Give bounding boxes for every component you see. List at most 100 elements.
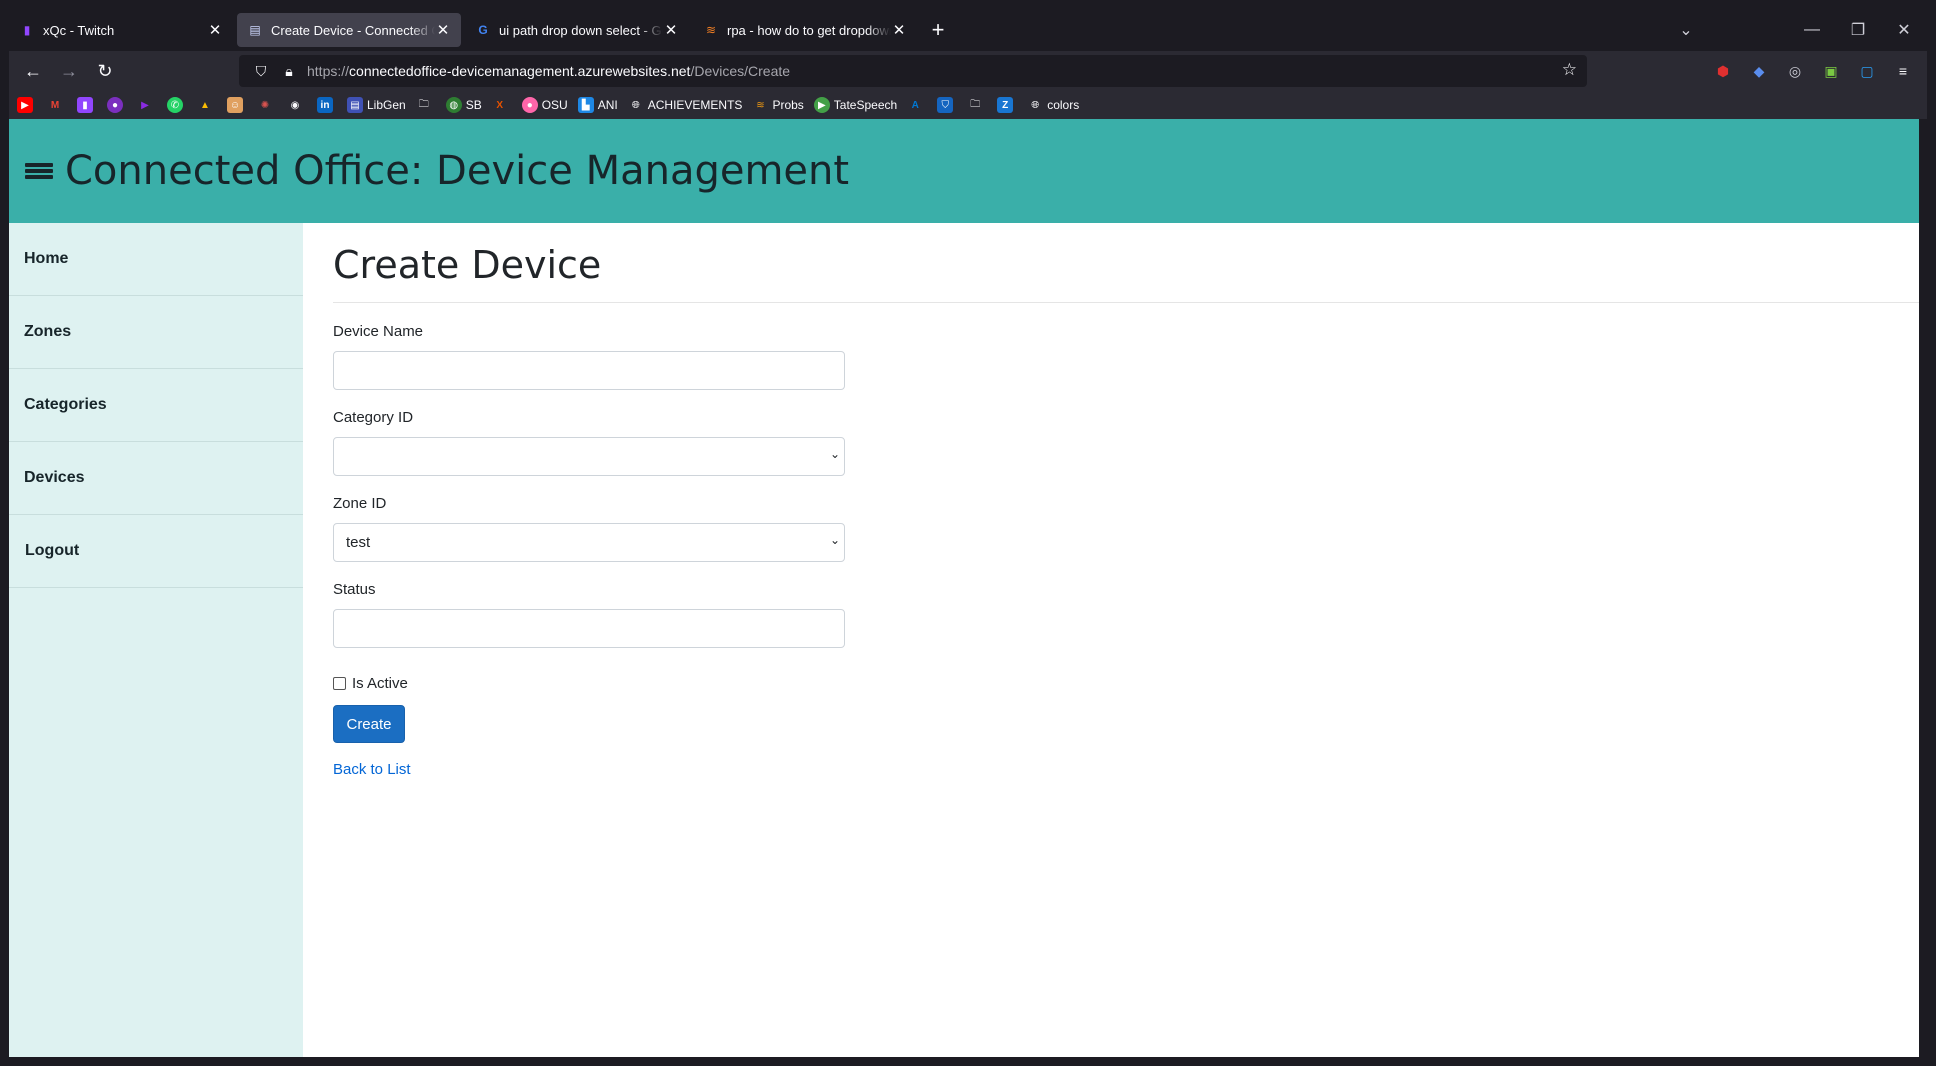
bookmark-sb[interactable]: ◍ SB bbox=[445, 97, 482, 113]
linkedin-icon: in bbox=[317, 97, 333, 113]
x-icon: X bbox=[496, 99, 504, 111]
bookmark-gmail[interactable]: M bbox=[47, 97, 67, 113]
zone-id-select[interactable]: test ⌄ bbox=[333, 523, 845, 562]
bookmark-github[interactable]: ◉ bbox=[287, 97, 307, 113]
url-path: /Devices/Create bbox=[690, 63, 791, 79]
close-icon[interactable]: ✕ bbox=[207, 21, 223, 39]
back-to-list-link[interactable]: Back to List bbox=[333, 761, 411, 778]
bookmark-drive[interactable]: ▲ bbox=[197, 97, 217, 113]
close-icon[interactable]: ✕ bbox=[435, 21, 451, 39]
create-button[interactable]: Create bbox=[333, 705, 405, 743]
bookmark-whatsapp[interactable]: ✆ bbox=[167, 97, 187, 113]
bookmark-z[interactable]: Z bbox=[997, 97, 1017, 113]
minimize-icon[interactable]: — bbox=[1789, 21, 1835, 39]
play-icon: ▶ bbox=[141, 99, 149, 111]
list-all-tabs-icon[interactable]: ⌄ bbox=[1663, 20, 1709, 40]
category-id-label: Category ID bbox=[333, 409, 414, 426]
bookmark-probs[interactable]: ≋ Probs bbox=[752, 97, 804, 113]
tab-title: xQc - Twitch bbox=[43, 22, 115, 38]
bookmark-label: ACHIEVEMENTS bbox=[647, 98, 743, 112]
bookmark-label: OSU bbox=[541, 98, 568, 112]
bookmark-label: colors bbox=[1047, 98, 1080, 112]
play-circle-icon: ▶ bbox=[813, 97, 830, 113]
twitch-icon: ▮ bbox=[23, 23, 31, 37]
bookmark-folder[interactable]: 🗀︎ bbox=[416, 97, 436, 113]
tab-google[interactable]: G ui path drop down select - Google ✕ bbox=[465, 13, 689, 47]
bookmark-star-icon[interactable]: ☆ bbox=[1562, 60, 1577, 80]
tab-title: rpa - how do to get dropdown values bbox=[727, 22, 891, 38]
sidebar-item-categories[interactable]: Categories bbox=[9, 369, 303, 442]
bookmark-play[interactable]: ▶ bbox=[137, 97, 157, 113]
sidebar-item-logout[interactable]: Logout bbox=[9, 515, 303, 588]
bookmark-linkedin[interactable]: in bbox=[317, 97, 337, 113]
close-icon[interactable]: ✕ bbox=[891, 21, 907, 39]
reload-icon[interactable]: ↻ bbox=[87, 55, 123, 87]
tab-stackoverflow[interactable]: ≋ rpa - how do to get dropdown values ✕ bbox=[693, 13, 917, 47]
window-close-icon[interactable]: ✕ bbox=[1881, 20, 1927, 40]
sidebar-item-home[interactable]: Home bbox=[9, 223, 303, 296]
ublock-icon[interactable]: ⬢ bbox=[1705, 63, 1741, 80]
bookmark-osu[interactable]: ● OSU bbox=[521, 97, 568, 113]
bookmark-label: Probs bbox=[772, 98, 804, 112]
status-input[interactable] bbox=[333, 609, 845, 648]
bookmark-libgen[interactable]: ▤ LibGen bbox=[347, 97, 406, 113]
site-header: Connected Office: Device Management bbox=[9, 119, 1927, 223]
ani-icon: ▙ bbox=[577, 97, 594, 113]
forward-icon[interactable]: → bbox=[51, 55, 87, 87]
avatar-icon: ☺ bbox=[227, 97, 243, 113]
address-bar[interactable]: ⛉ 🔒︎ https://connectedoffice-devicemanag… bbox=[239, 55, 1587, 87]
close-icon[interactable]: ✕ bbox=[663, 21, 679, 39]
url-scheme: https:// bbox=[307, 63, 350, 79]
bookmark-tatespeech[interactable]: ▶ TateSpeech bbox=[813, 97, 897, 113]
bookmark-folder-2[interactable]: 🗀︎ bbox=[967, 97, 987, 113]
book-icon: ▤ bbox=[347, 97, 363, 113]
twitch-icon: ▮ bbox=[77, 97, 93, 113]
tab-twitch[interactable]: ▮ xQc - Twitch ✕ bbox=[9, 13, 233, 47]
bookmark-colors[interactable]: 🌐︎ colors bbox=[1027, 97, 1079, 113]
tab-strip: ▮ xQc - Twitch ✕ ▤ Create Device - Conne… bbox=[9, 9, 1927, 51]
sidebar-item-zones[interactable]: Zones bbox=[9, 296, 303, 369]
bookmark-x[interactable]: X bbox=[492, 97, 512, 113]
device-name-input[interactable] bbox=[333, 351, 845, 390]
bookmark-youtube[interactable]: ▶ bbox=[17, 97, 37, 113]
back-icon[interactable]: ← bbox=[15, 55, 51, 87]
bookmark-achievements[interactable]: 🌐︎ ACHIEVEMENTS bbox=[628, 97, 743, 113]
category-id-select[interactable]: ⌄ bbox=[333, 437, 845, 476]
scrollbar[interactable] bbox=[1919, 119, 1927, 1057]
folder-icon: 🗀︎ bbox=[418, 98, 429, 110]
google-icon: G bbox=[478, 23, 488, 37]
bookmark-azure[interactable]: A bbox=[907, 97, 927, 113]
bookmark-purple[interactable]: ● bbox=[107, 97, 127, 113]
bookmark-shield[interactable]: ⛉ bbox=[937, 97, 957, 113]
probs-icon: ≋ bbox=[756, 99, 765, 111]
restore-icon[interactable]: ❐ bbox=[1835, 20, 1881, 40]
new-tab-button[interactable]: + bbox=[921, 13, 955, 47]
shield-icon[interactable]: ⛉ bbox=[251, 63, 271, 80]
sidebar-item-devices[interactable]: Devices bbox=[9, 442, 303, 515]
is-active-label: Is Active bbox=[352, 675, 408, 692]
document-icon: ▤ bbox=[249, 23, 261, 37]
bitwarden-icon[interactable]: ◆ bbox=[1741, 63, 1777, 80]
hamburger-menu-icon[interactable] bbox=[25, 160, 53, 182]
url-host: connectedoffice-devicemanagement.azurewe… bbox=[349, 63, 691, 79]
bookmark-label: LibGen bbox=[367, 98, 406, 112]
uipath-icon[interactable]: ▢ bbox=[1849, 63, 1885, 80]
tab-create-device[interactable]: ▤ Create Device - Connected Office ✕ bbox=[237, 13, 461, 47]
purple-icon: ● bbox=[107, 97, 123, 113]
bookmark-ani[interactable]: ▙ ANI bbox=[577, 97, 618, 113]
bookmark-avatar[interactable]: ☺ bbox=[227, 97, 247, 113]
is-active-row: Is Active bbox=[333, 675, 408, 692]
zone-id-label: Zone ID bbox=[333, 495, 387, 512]
browser-window: ▮ xQc - Twitch ✕ ▤ Create Device - Conne… bbox=[9, 9, 1927, 1057]
crab-icon: ✺ bbox=[260, 99, 270, 111]
lock-icon[interactable]: 🔒︎ bbox=[279, 63, 299, 80]
bookmark-crab[interactable]: ✺ bbox=[257, 97, 277, 113]
folder-icon: 🗀︎ bbox=[970, 98, 981, 110]
extension-check-icon[interactable]: ▣ bbox=[1813, 63, 1849, 80]
menu-icon[interactable]: ≡ bbox=[1885, 63, 1921, 79]
z-icon: Z bbox=[997, 97, 1014, 113]
window-controls: ⌄ — ❐ ✕ bbox=[1663, 9, 1927, 51]
bookmark-twitch[interactable]: ▮ bbox=[77, 97, 97, 113]
incognito-icon[interactable]: ◎ bbox=[1777, 63, 1813, 80]
is-active-checkbox[interactable] bbox=[333, 677, 346, 690]
